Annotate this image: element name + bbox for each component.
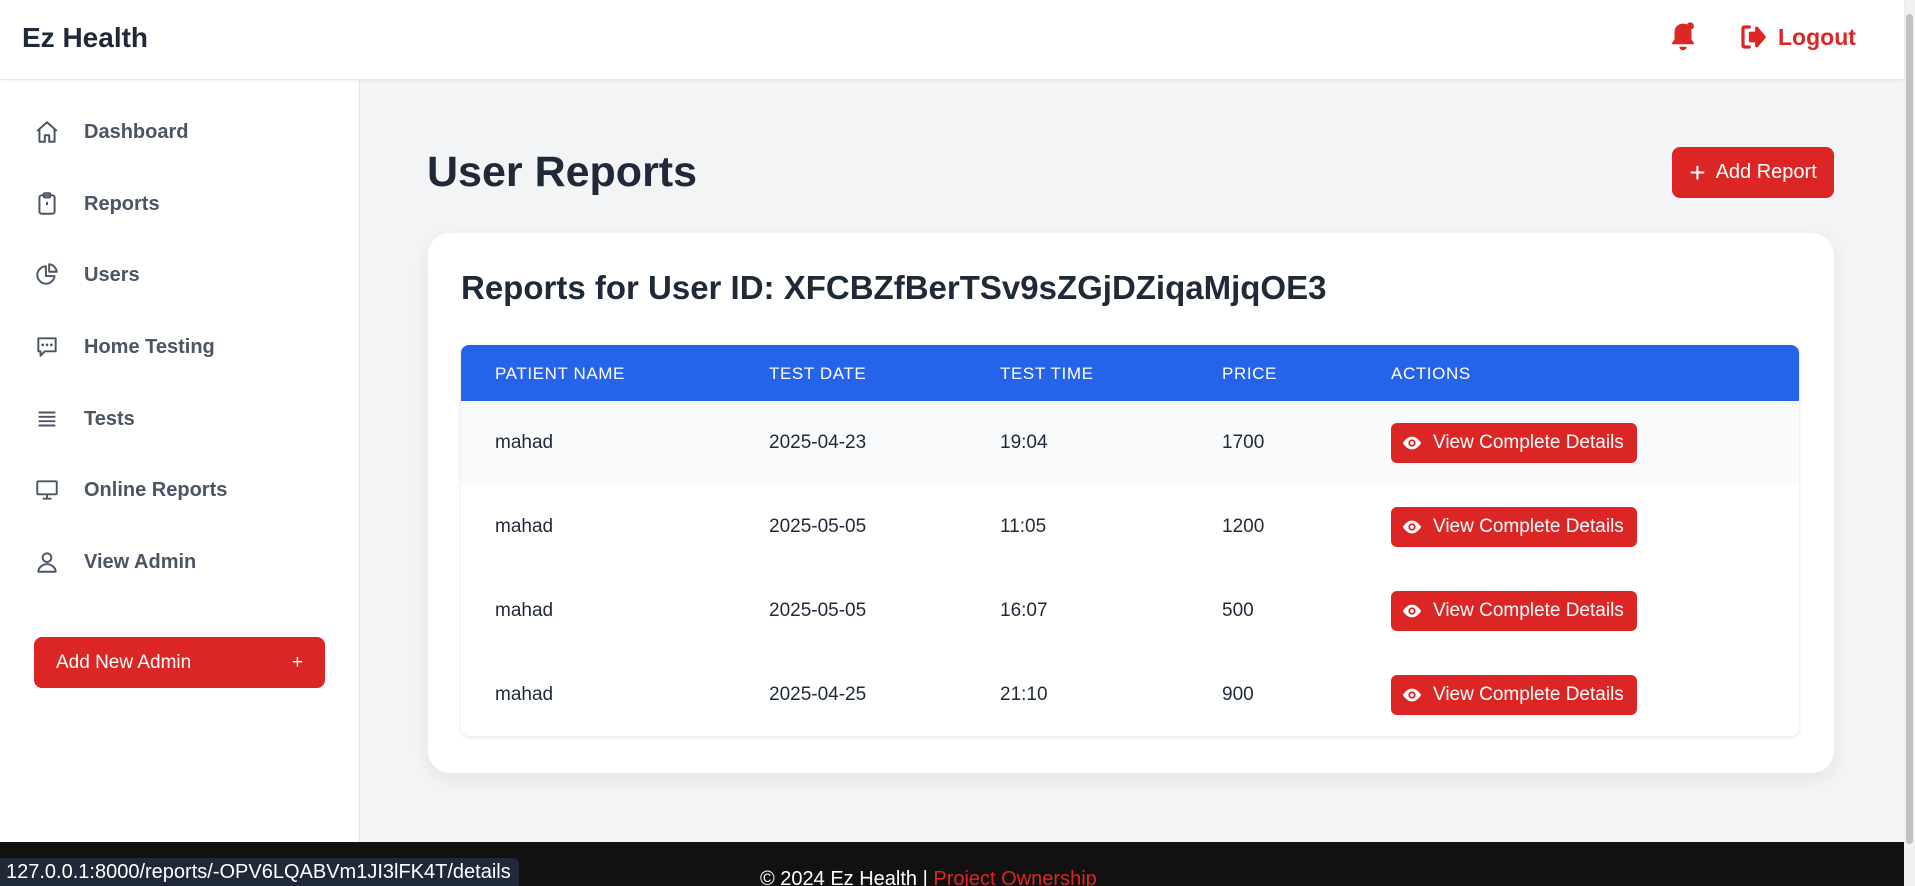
footer-text: © 2024 Ez Health | Project Ownership [760,868,1097,886]
page-title: User Reports [427,148,698,196]
column-header-test-time: TEST TIME [1000,364,1094,383]
view-details-label: View Complete Details [1433,600,1624,621]
status-bar-url: 127.0.0.1:8000/reports/-OPV6LQABVm1JI3lF… [0,858,519,886]
add-new-admin-button[interactable]: Add New Admin + [34,637,325,688]
view-complete-details-button[interactable]: View Complete Details [1391,423,1637,463]
card-title: Reports for User ID: XFCBZfBerTSv9sZGjDZ… [461,269,1327,306]
column-header-patient-name: PATIENT NAME [495,364,625,383]
eye-icon [1402,436,1422,450]
view-complete-details-button[interactable]: View Complete Details [1391,674,1637,715]
test-date-cell: 2025-04-25 [769,683,867,705]
sidebar-item-label: Online Reports [84,478,228,501]
add-report-label: Add Report [1715,161,1817,183]
sidebar-item-view-admin[interactable]: View Admin [34,542,196,582]
sidebar-item-online-reports[interactable]: Online Reports [34,470,227,510]
reports-card: Reports for User ID: XFCBZfBerTSv9sZGjDZ… [428,233,1834,773]
test-date-cell: 2025-04-23 [769,432,867,453]
table-row: mahad 2025-04-23 19:04 1700 View Complet… [461,401,1799,485]
home-icon [34,119,60,145]
price-cell: 1200 [1222,516,1265,537]
monitor-icon [34,477,60,503]
sidebar-item-label: Home Testing [84,335,215,358]
column-header-price: PRICE [1222,364,1277,383]
sidebar-item-tests[interactable]: Tests [34,399,135,439]
sidebar-item-dashboard[interactable]: Dashboard [34,112,188,152]
clipboard-icon [34,191,60,217]
sidebar-item-label: Users [84,263,140,286]
add-report-button[interactable]: + Add Report [1672,147,1834,198]
test-time-cell: 19:04 [1000,432,1048,453]
logout-button[interactable]: Logout [1738,22,1856,52]
sidebar-item-reports[interactable]: Reports [34,184,160,224]
patient-name-cell: mahad [495,432,554,453]
logout-label: Logout [1778,23,1856,50]
test-time-cell: 21:10 [1000,683,1048,705]
logout-icon [1741,25,1766,49]
test-date-cell: 2025-05-05 [769,600,867,621]
scrollbar-thumb[interactable] [1906,14,1913,844]
eye-icon [1402,520,1422,534]
test-time-cell: 11:05 [1000,516,1047,537]
reports-table: PATIENT NAME TEST DATE TEST TIME PRICE A… [461,345,1799,736]
user-icon [34,549,60,575]
brand-title: Ez Health [22,22,149,53]
test-date-cell: 2025-05-05 [769,516,867,537]
pie-chart-icon [34,262,60,288]
eye-icon [1402,688,1422,701]
add-admin-label: Add New Admin [56,651,192,673]
table-row: mahad 2025-05-05 16:07 500 View Complete… [461,569,1799,653]
view-details-label: View Complete Details [1433,516,1624,537]
sidebar-item-label: Dashboard [84,120,189,143]
price-cell: 1700 [1222,432,1265,453]
top-bar: Ez Health Logout [0,0,1904,80]
view-complete-details-button[interactable]: View Complete Details [1391,507,1637,547]
sidebar-item-home-testing[interactable]: Home Testing [34,327,215,367]
sidebar-item-users[interactable]: Users [34,255,140,295]
bell-icon[interactable] [1668,20,1698,54]
table-row: mahad 2025-04-25 21:10 900 View Complete… [461,653,1799,736]
price-cell: 900 [1222,683,1254,705]
patient-name-cell: mahad [495,516,554,537]
sidebar: Dashboard Reports Users Home Testing Tes… [0,80,360,842]
patient-name-cell: mahad [495,600,554,621]
list-icon [34,406,60,432]
plus-icon: + [1689,156,1706,188]
table-row: mahad 2025-05-05 11:05 1200 View Complet… [461,485,1799,569]
test-time-cell: 16:07 [1000,600,1048,621]
price-cell: 500 [1222,600,1254,621]
sidebar-item-label: Reports [84,192,160,215]
sidebar-item-label: Tests [84,407,135,430]
chat-icon [34,334,60,360]
patient-name-cell: mahad [495,683,554,705]
column-header-test-date: TEST DATE [769,364,867,383]
view-details-label: View Complete Details [1433,432,1624,453]
view-details-label: View Complete Details [1433,683,1624,705]
sidebar-item-label: View Admin [84,550,197,573]
view-complete-details-button[interactable]: View Complete Details [1391,591,1637,631]
table-header: PATIENT NAME TEST DATE TEST TIME PRICE A… [461,345,1799,401]
column-header-actions: ACTIONS [1391,364,1471,383]
plus-icon: + [291,651,303,673]
copyright-text: © 2024 Ez Health | [760,868,934,886]
project-ownership-link[interactable]: Project Ownership [933,868,1096,886]
eye-icon [1402,604,1422,618]
